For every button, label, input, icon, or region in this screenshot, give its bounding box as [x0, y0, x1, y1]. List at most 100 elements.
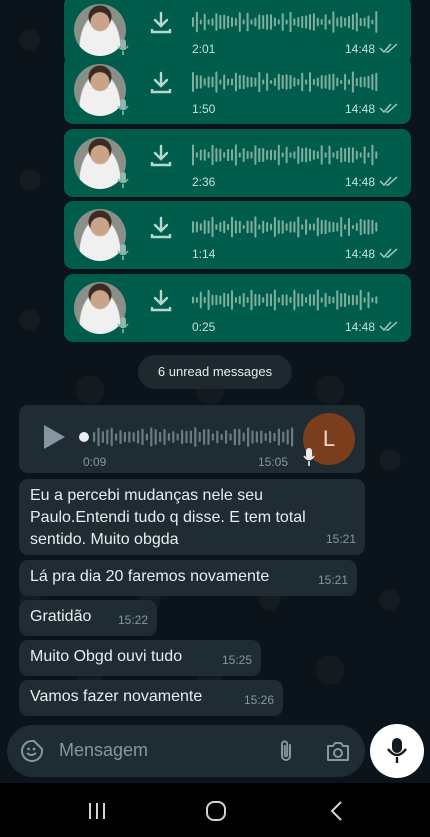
waveform[interactable] — [192, 211, 382, 243]
waveform-bar — [250, 220, 253, 234]
waveform-bar — [238, 295, 241, 305]
message-text: Muito Obgd ouvi tudo — [30, 648, 183, 665]
waveform-bar — [254, 216, 257, 238]
waveform[interactable] — [192, 139, 382, 171]
waveform-bar — [260, 430, 263, 444]
waveform-bar — [270, 14, 272, 30]
waveform-bar — [223, 74, 226, 90]
back-icon[interactable] — [325, 799, 349, 823]
waveform-bar — [234, 144, 237, 166]
waveform-bar — [195, 152, 198, 158]
waveform-bar — [305, 15, 308, 29]
waveform-bar — [289, 296, 292, 304]
recents-icon[interactable] — [85, 799, 109, 823]
waveform-bar — [375, 222, 378, 232]
waveform-bar — [273, 17, 276, 27]
waveform-bar — [375, 72, 378, 92]
waveform-bar — [281, 13, 284, 31]
waveform-bar — [234, 296, 237, 304]
outgoing-voice-message[interactable]: 2:01 14:48 — [64, 0, 411, 64]
waveform-bar — [270, 293, 272, 307]
waveform-bar — [351, 147, 354, 163]
waveform-bar — [250, 151, 253, 159]
message-text: Eu a percebi mudanças nele seu Paulo.Ent… — [30, 487, 306, 548]
waveform-bar — [154, 429, 157, 445]
message-time: 15:05 — [258, 455, 289, 469]
waveform[interactable] — [192, 6, 382, 38]
message-bubble[interactable]: Vamos fazer novamente 15:26 — [19, 680, 283, 716]
waveform-bar — [192, 296, 194, 304]
mic-icon — [303, 448, 315, 466]
download-icon[interactable] — [148, 143, 174, 169]
voice-duration: 2:01 — [192, 42, 216, 56]
waveform-bar — [145, 433, 148, 441]
waveform-bar — [167, 432, 170, 442]
waveform-bar — [316, 151, 319, 159]
waveform-bar — [312, 223, 315, 231]
waveform-bar — [316, 77, 319, 87]
waveform-bar — [363, 76, 366, 88]
waveform-bar — [297, 78, 300, 86]
waveform-bar — [344, 292, 347, 308]
waveform-bar — [225, 430, 228, 444]
play-icon[interactable] — [41, 423, 67, 451]
waveform-bar — [246, 150, 249, 160]
waveform-bar — [234, 18, 237, 26]
outgoing-voice-message[interactable]: 1:14 14:48 — [64, 201, 411, 269]
outgoing-voice-message[interactable]: 0:25 14:48 — [64, 274, 411, 342]
waveform-bar — [141, 428, 144, 446]
camera-icon[interactable] — [325, 739, 351, 763]
waveform[interactable] — [192, 284, 382, 316]
waveform-bar — [220, 433, 223, 441]
message-bubble[interactable]: Muito Obgd ouvi tudo 15:25 — [19, 640, 261, 676]
outgoing-voice-message[interactable]: 1:50 14:48 — [64, 56, 411, 124]
waveform-bar — [215, 71, 218, 93]
waveform-bar — [231, 216, 233, 238]
waveform-bar — [367, 219, 370, 235]
message-bubble[interactable]: Eu a percebi mudanças nele seu Paulo.Ent… — [19, 479, 365, 555]
paperclip-icon[interactable] — [275, 738, 297, 764]
waveform-bar — [219, 79, 222, 85]
incoming-voice-message[interactable]: 0:09 15:05 L — [19, 405, 365, 473]
waveform-bar — [223, 292, 226, 308]
waveform-bar — [324, 152, 327, 158]
waveform-bar — [312, 294, 315, 306]
waveform-bar — [359, 17, 362, 27]
record-voice-button[interactable] — [370, 724, 424, 778]
message-bubble[interactable]: Gratidão 15:22 — [19, 600, 157, 636]
download-icon[interactable] — [148, 70, 174, 96]
waveform-bar — [336, 222, 339, 232]
waveform-bar — [97, 427, 100, 447]
double-check-icon — [379, 321, 398, 332]
waveform-bar — [203, 296, 206, 304]
waveform-bar — [227, 15, 230, 29]
waveform-bar — [219, 295, 222, 305]
waveform-bar — [336, 77, 339, 87]
waveform-bar — [207, 220, 210, 234]
waveform[interactable] — [79, 422, 309, 452]
download-icon[interactable] — [148, 10, 174, 36]
waveform-bar — [123, 432, 126, 442]
waveform-bar — [231, 290, 233, 310]
waveform-bar — [242, 432, 245, 442]
waveform[interactable] — [192, 66, 382, 98]
download-icon[interactable] — [148, 215, 174, 241]
waveform-bar — [309, 13, 311, 31]
outgoing-voice-message[interactable]: 2:36 14:48 — [64, 129, 411, 197]
message-text: Lá pra dia 20 faremos novamente — [30, 568, 270, 585]
waveform-bar — [367, 75, 370, 89]
home-icon[interactable] — [204, 799, 228, 823]
waveform-bar — [223, 220, 226, 234]
download-icon[interactable] — [148, 288, 174, 314]
message-time: 14:48 — [344, 42, 375, 56]
waveform-bar — [320, 219, 323, 235]
waveform-bar — [359, 76, 362, 88]
message-bubble[interactable]: Lá pra dia 20 faremos novamente 15:21 — [19, 560, 357, 596]
waveform-bar — [215, 13, 218, 31]
message-composer[interactable]: Mensagem — [7, 725, 365, 777]
waveform-bar — [359, 289, 362, 311]
message-input[interactable]: Mensagem — [59, 740, 148, 761]
waveform-bar — [289, 152, 292, 158]
waveform-bar — [273, 77, 276, 87]
sticker-icon[interactable] — [20, 739, 44, 763]
